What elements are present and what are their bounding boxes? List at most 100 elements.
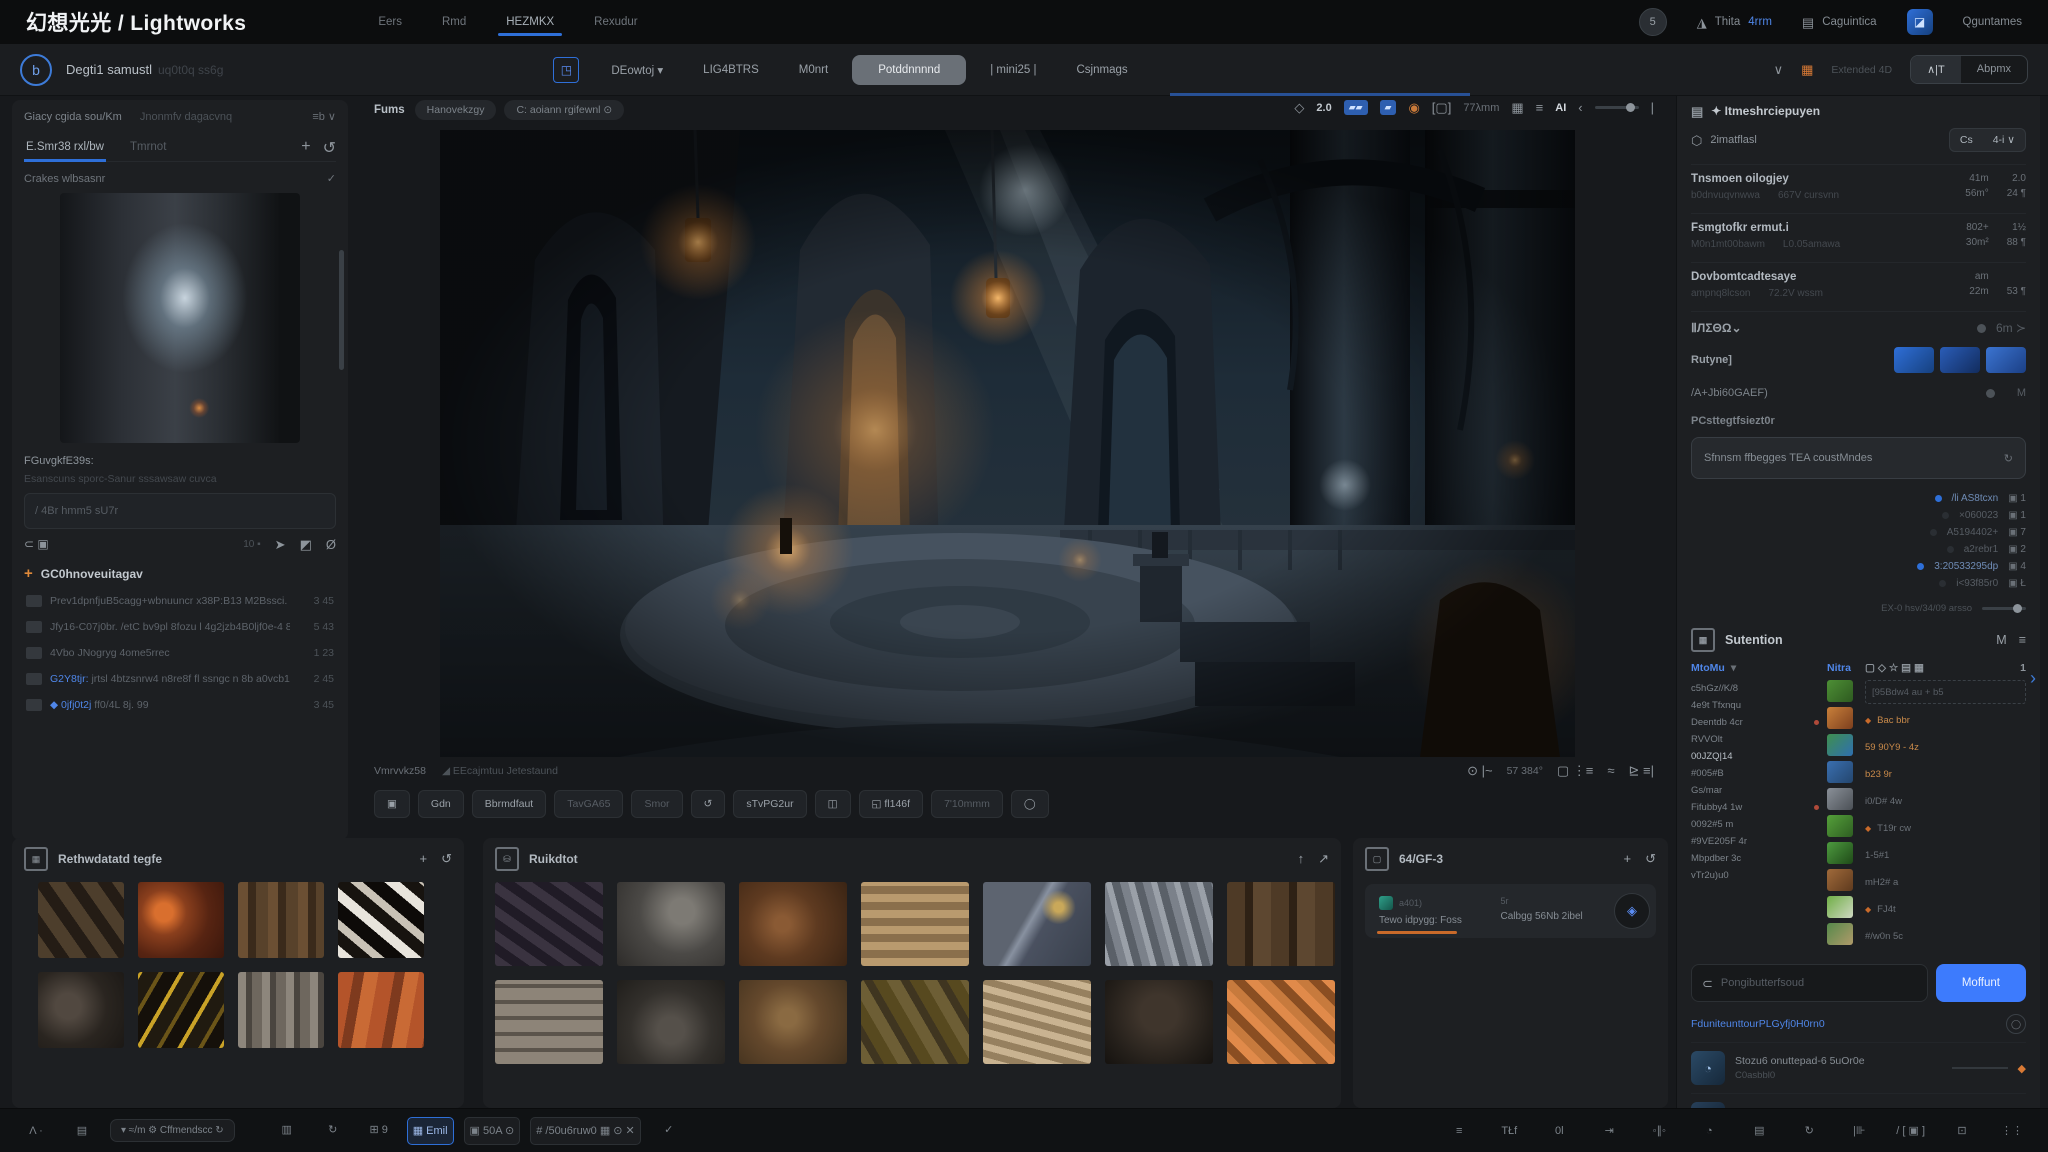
status-icon[interactable]: ↻ [1791,1118,1827,1144]
material-row[interactable]: Fifubby4 1w [1691,799,1819,816]
exposure-slider[interactable] [1595,106,1639,109]
ai-toggle[interactable]: AI [1555,102,1566,114]
toggle-dot[interactable] [1977,324,1986,333]
transport-button[interactable]: ▣ [374,790,410,818]
layer-toggle-dot[interactable] [1939,580,1946,587]
left-tab[interactable]: Tmrnot [128,135,168,161]
texture-tile[interactable] [38,972,124,1048]
texture-tile[interactable] [1105,980,1213,1064]
material-row[interactable]: vTr2u)u0 [1691,867,1819,884]
selected-node-name[interactable]: 2imatflasl [1710,134,1756,146]
property-value[interactable]: 56m° [1965,188,1988,199]
reference-section-label[interactable]: Crakes wlbsasnr [24,173,105,185]
segment-option[interactable]: Abpmx [1961,56,2027,83]
status-icon[interactable]: / [ ▣ ] [1891,1118,1930,1144]
spark-icon[interactable]: ◆ [2018,1062,2026,1075]
zoom-level[interactable]: 2.0 [1316,102,1331,114]
property-title[interactable]: Dovbomtcadtesaye [1691,271,1823,283]
transport-button[interactable]: Bbrmdfaut [472,790,546,818]
reference-thumbnail[interactable] [60,193,300,443]
focal-length[interactable]: 77λmm [1463,102,1499,114]
map-thumbnail[interactable] [1827,842,1853,864]
layer-toggle-dot[interactable] [1930,529,1937,536]
history-item[interactable]: ◆ 0jfj0t2j ff0/4L 8j. 99 3 45 [24,694,336,716]
status-icon[interactable]: ▥ [269,1117,305,1143]
prompt-tool-icon[interactable]: ◩ [300,538,312,551]
status-icon[interactable]: ▤ [1741,1118,1777,1144]
add-icon[interactable]: + [420,851,428,867]
status-icon[interactable]: ◦∥◦ [1641,1118,1677,1144]
mode-tab[interactable]: Csjnmags [1060,56,1143,84]
pass-row[interactable]: ◆ FJ4t [1865,898,2026,920]
status-icon[interactable]: ◔ [1691,1118,1727,1144]
render-layer-row[interactable]: /li AS8tcxn ▣ 1 [1691,493,2026,504]
render-layer-row[interactable]: i<93f85r0 ▣ Ł [1691,578,2026,589]
transport-button[interactable]: ◯ [1011,790,1049,818]
grid-icon[interactable]: ▦ [1511,101,1523,114]
routing-thumbnail[interactable] [1986,347,2026,373]
material-row[interactable]: 0092#5 m [1691,816,1819,833]
segment-option[interactable]: ∧|T [1911,56,1961,83]
mode-tab[interactable]: Potddnnnnd [852,55,966,85]
map-thumbnail[interactable] [1827,896,1853,918]
map-thumbnail[interactable] [1827,815,1853,837]
pass-row[interactable]: ◆ [95Bdw4 au + b5 [1865,680,2026,704]
property-value[interactable]: 53 ¶ [2007,286,2026,297]
texture-tile[interactable] [338,972,424,1048]
pass-row[interactable]: ◆ 1-5#1 [1865,844,2026,866]
frame-bounds-icon[interactable]: [▢] [1432,101,1452,114]
texture-tile[interactable] [861,980,969,1064]
panel-icon[interactable]: ▢ ⋮≡ [1557,764,1593,777]
transport-button[interactable]: 7'10mmm [931,790,1003,818]
texture-tile[interactable] [138,882,224,958]
render-layer-row[interactable]: ×060023 ▣ 1 [1691,510,2026,521]
render-layer-row[interactable]: A5194402+ ▣ 7 [1691,527,2026,538]
history-item[interactable]: 4Vbo JNogryg 4ome5rrec 1 23 [24,642,336,664]
left-panel-title[interactable]: Giacy cgida sou/Km [24,111,122,123]
refresh-icon[interactable]: ↺ [1645,851,1656,867]
gizmo-icon[interactable]: ◇ [1294,101,1304,114]
texture-tile[interactable] [338,882,424,958]
status-icon[interactable]: |⊪ [1841,1118,1877,1144]
property-value[interactable]: 22m [1969,286,1988,297]
transport-button[interactable]: ◱ fl146f [859,790,924,818]
property-value[interactable]: 802+ [1966,222,1989,233]
lens-icon[interactable]: ◉ [1408,101,1419,114]
property-title[interactable]: Fsmgtofkr ermut.i [1691,222,1840,234]
layer-toggle-dot[interactable] [1947,546,1954,553]
export-tab[interactable]: 5r Calbgg 56Nb 2ibel [1493,890,1609,932]
status-icon[interactable]: ✓ [651,1117,687,1143]
property-value[interactable]: am [1969,271,1988,282]
menu-item[interactable]: Rmd [440,1,468,43]
chevron-down-icon[interactable]: ∨ [1774,63,1784,76]
menu-item[interactable]: HEZMKX [504,1,556,43]
left-panel-title-2[interactable]: Jnonmfv dagacvnq [140,111,232,123]
texture-tile[interactable] [138,972,224,1048]
render-layer-row[interactable]: 3:20533295dp ▣ 4 [1691,561,2026,572]
status-icon[interactable]: ⊞ 9 [361,1117,397,1143]
history-link[interactable]: G2Y8tjr: [50,673,89,685]
project-icon[interactable]: b [20,54,52,86]
list-icon[interactable]: ≡ [1536,101,1544,114]
pass-row[interactable]: ◆ Bac bbr [1865,709,2026,731]
texture-tile[interactable] [1227,882,1335,966]
search-submit-button[interactable]: Moffunt [1936,964,2026,1002]
material-row[interactable]: Deentdb 4cr [1691,714,1819,731]
texture-tile[interactable] [617,882,725,966]
texture-tile[interactable] [739,882,847,966]
avatar[interactable]: 5 [1639,8,1667,36]
map-thumbnail[interactable] [1827,869,1853,891]
pass-row[interactable]: ◆ b23 9r [1865,763,2026,785]
status-icon[interactable]: ≡ [1441,1118,1477,1144]
pass-header-icons[interactable]: ▢ ◇ ☆ ▤ ▦ [1865,662,1924,674]
history-item[interactable]: G2Y8tjr: jrtsl 4btzsnrw4 n8re8f fl ssngc… [24,668,336,690]
plugin-chip[interactable]: ▤ Caguintica [1802,16,1877,29]
map-thumbnail[interactable] [1827,707,1853,729]
expand-chevron[interactable]: › [2030,668,2036,689]
texture-tile[interactable] [983,980,1091,1064]
bridge-app-icon[interactable]: ◪ [1907,9,1933,35]
prompt-tool-icon[interactable]: Ø [326,538,336,551]
menu-item[interactable]: Eers [376,1,404,43]
map-thumbnail[interactable] [1827,923,1853,945]
property-value[interactable]: 2.0 [2007,173,2026,184]
